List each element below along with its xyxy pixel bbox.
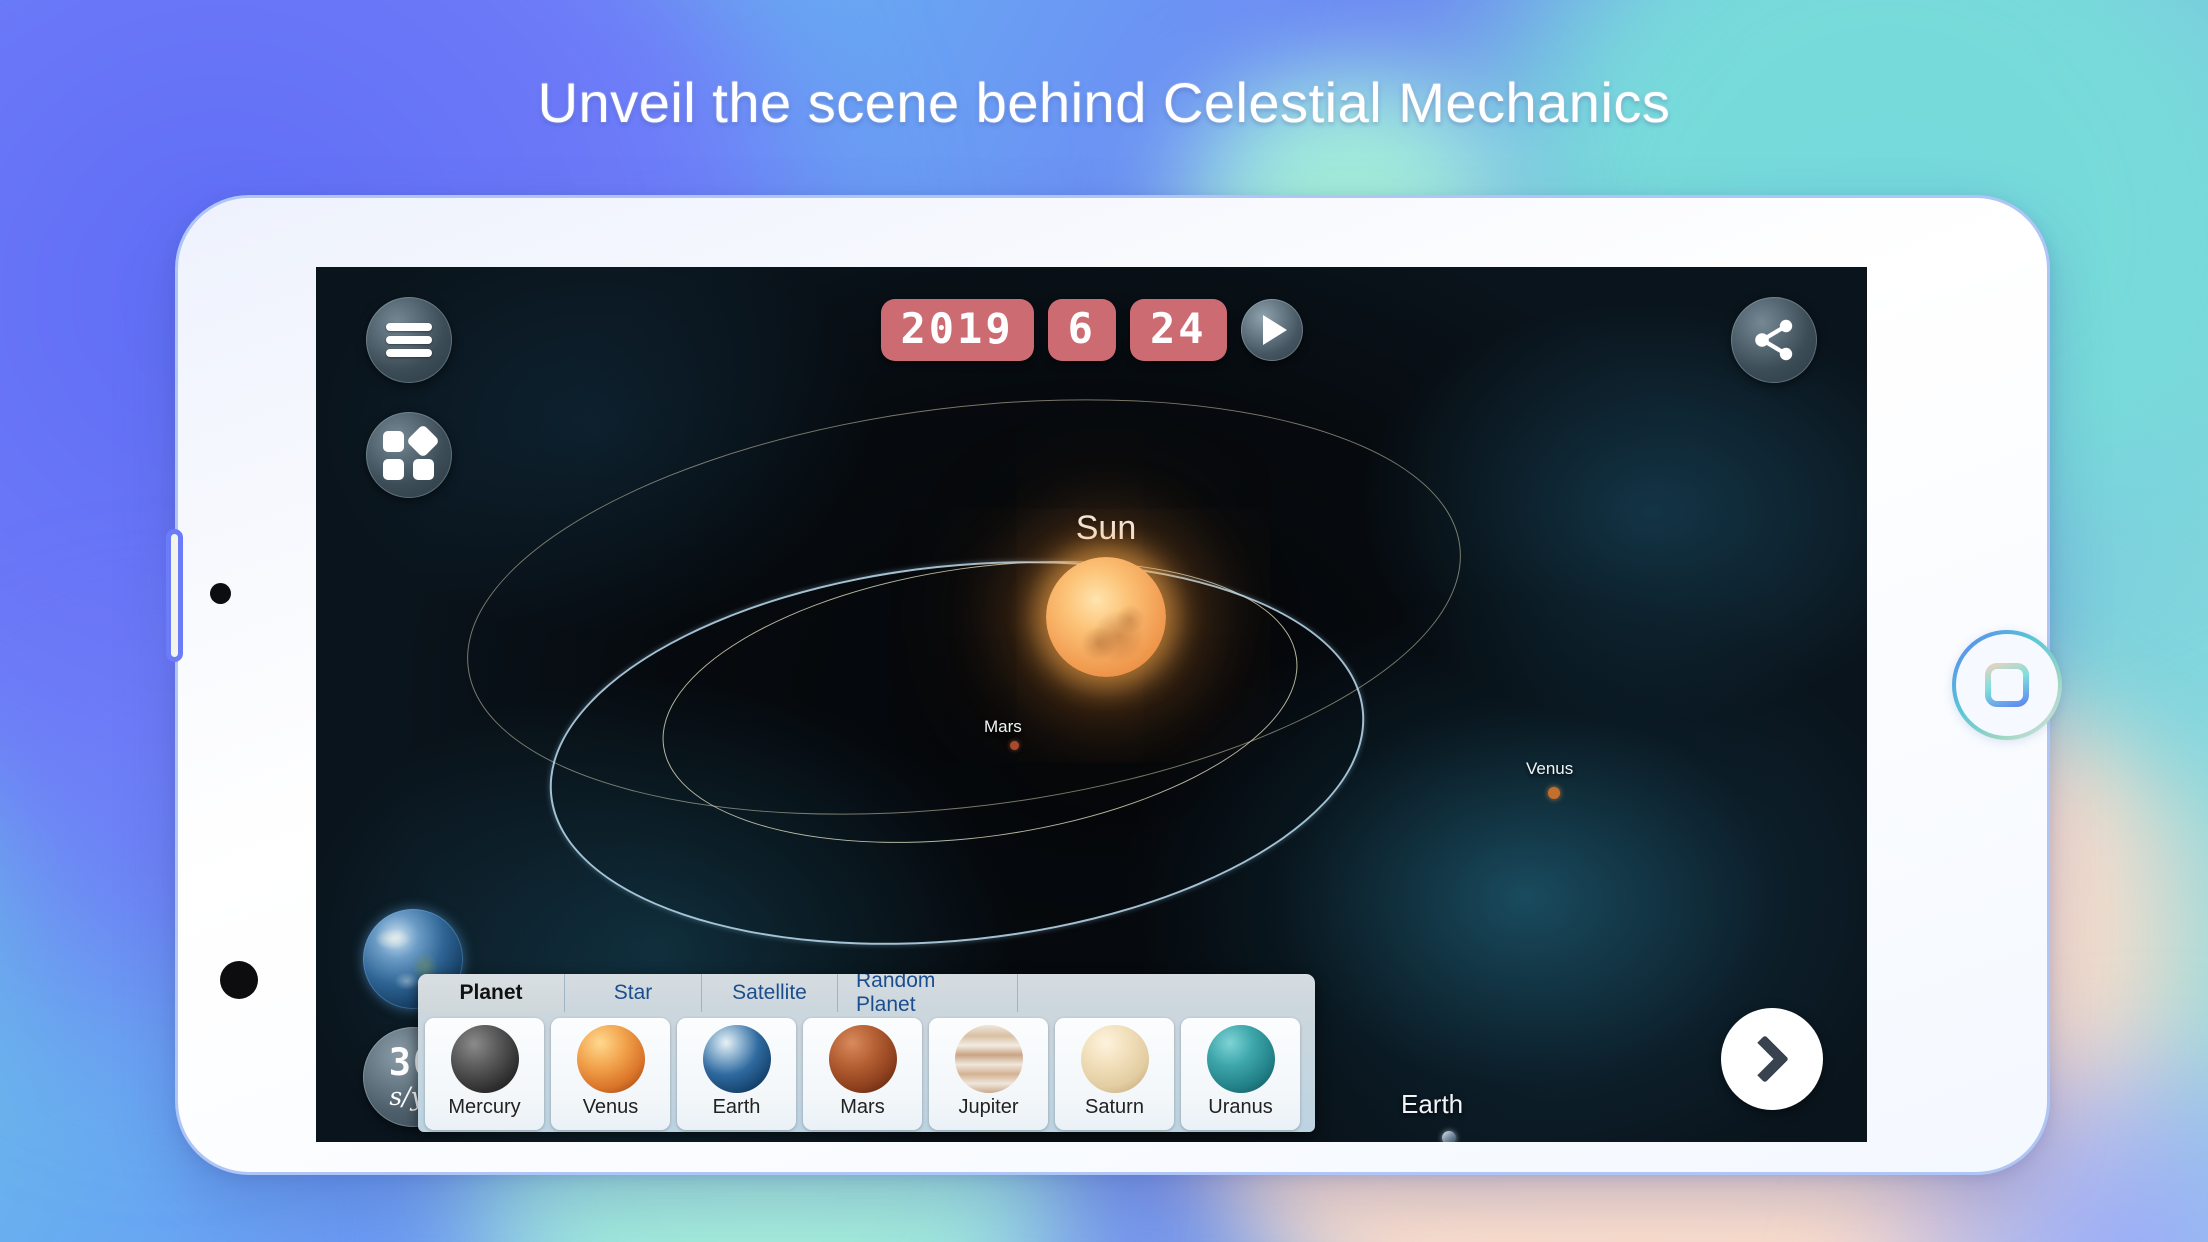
planet-thumb-mercury: [450, 1025, 519, 1093]
front-camera-dot: [220, 961, 258, 999]
app-screen: Sun Mars Venus Earth 2019 6 24 30 s/yr P…: [316, 267, 1867, 1142]
hamburger-menu-icon: [386, 318, 432, 362]
home-button-icon: [1985, 663, 2029, 707]
play-icon: [1262, 315, 1287, 345]
planet-thumb-venus: [576, 1025, 645, 1093]
home-button[interactable]: [1952, 630, 2062, 740]
volume-rocker[interactable]: [166, 529, 183, 662]
menu-button[interactable]: [366, 297, 452, 383]
planet-card-uranus[interactable]: Uranus: [1181, 1018, 1300, 1130]
front-sensor-dot: [210, 583, 231, 604]
sun-body[interactable]: [1046, 557, 1166, 677]
play-button[interactable]: [1240, 299, 1303, 361]
grid-apps-icon: [383, 424, 440, 481]
planet-card-mars[interactable]: Mars: [803, 1018, 922, 1130]
chevron-right-icon: [1740, 1034, 1789, 1084]
tab-satellite[interactable]: Satellite: [702, 974, 838, 1012]
date-controls: 2019 6 24: [880, 299, 1303, 361]
planet-card-label: Earth: [712, 1096, 761, 1118]
month-field[interactable]: 6: [1047, 299, 1116, 361]
sun-label: Sun: [1075, 509, 1137, 547]
planet-thumb-uranus: [1206, 1025, 1275, 1093]
planet-thumb-saturn: [1080, 1025, 1149, 1093]
planet-card-label: Jupiter: [958, 1096, 1019, 1118]
object-selector-panel: Planet Star Satellite Random Planet Merc…: [418, 974, 1315, 1132]
planet-dot-mars[interactable]: [1010, 741, 1019, 750]
planet-card-earth[interactable]: Earth: [677, 1018, 796, 1130]
next-button[interactable]: [1721, 1008, 1823, 1110]
year-field[interactable]: 2019: [880, 299, 1034, 361]
planet-dot-venus[interactable]: [1548, 787, 1560, 799]
planet-card-mercury[interactable]: Mercury: [425, 1018, 544, 1130]
share-icon: [1755, 319, 1793, 361]
planet-card-venus[interactable]: Venus: [551, 1018, 670, 1130]
modules-button[interactable]: [366, 412, 452, 498]
planet-dot-earth[interactable]: [1442, 1131, 1456, 1142]
tab-star[interactable]: Star: [565, 974, 702, 1012]
day-field[interactable]: 24: [1129, 299, 1227, 361]
planet-card-saturn[interactable]: Saturn: [1055, 1018, 1174, 1130]
tab-planet[interactable]: Planet: [418, 974, 565, 1012]
planet-card-label: Saturn: [1085, 1096, 1144, 1118]
planet-card-label: Mars: [840, 1096, 885, 1118]
planet-card-label: Uranus: [1208, 1096, 1273, 1118]
planet-thumb-jupiter: [954, 1025, 1023, 1093]
planet-card-list: Mercury Venus Earth Mars Jupiter Saturn …: [418, 1012, 1315, 1132]
planet-label-mars: Mars: [984, 717, 1022, 736]
tab-random-planet[interactable]: Random Planet: [838, 974, 1018, 1016]
selector-tabs: Planet Star Satellite Random Planet: [418, 974, 1315, 1016]
tabs-filler: [1018, 974, 1315, 1012]
planet-card-jupiter[interactable]: Jupiter: [929, 1018, 1048, 1130]
planet-thumb-mars: [828, 1025, 897, 1093]
planet-label-venus: Venus: [1526, 759, 1574, 778]
planet-card-label: Mercury: [448, 1096, 521, 1118]
planet-label-earth: Earth: [1401, 1089, 1464, 1119]
page-title: Unveil the scene behind Celestial Mechan…: [537, 71, 1671, 134]
planet-card-label: Venus: [582, 1096, 639, 1118]
share-button[interactable]: [1731, 297, 1817, 383]
planet-thumb-earth: [702, 1025, 771, 1093]
tablet-device-frame: Sun Mars Venus Earth 2019 6 24 30 s/yr P…: [166, 195, 2058, 1175]
